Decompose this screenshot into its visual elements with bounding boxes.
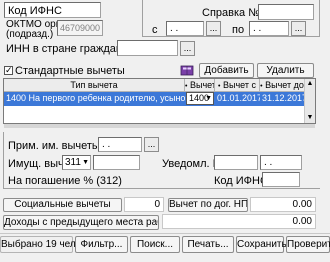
lower-kod-ifns-field[interactable] <box>262 172 300 187</box>
lower-kod-ifns-label: Код ИФНС <box>214 175 268 187</box>
horizontal-scrollbar[interactable] <box>4 124 315 128</box>
book-icon[interactable] <box>180 64 194 76</box>
checkmark-icon: ✓ <box>5 65 13 75</box>
inn-picker-button[interactable]: ... <box>180 41 195 56</box>
check-button[interactable]: Проверить <box>286 236 330 253</box>
cell-to: 31.12.2017 <box>262 93 305 103</box>
column-header-code[interactable]: • Вычет <box>185 79 215 92</box>
prim-date-picker-button[interactable]: ... <box>144 137 159 152</box>
column-header-from[interactable]: • Вычет с <box>215 79 260 92</box>
print-button[interactable]: Печать... <box>182 236 234 253</box>
add-deduction-button[interactable]: Добавить <box>199 63 254 78</box>
top-panel-border <box>142 0 143 36</box>
save-button[interactable]: Сохранить <box>236 236 287 253</box>
date-to-field[interactable]: . . <box>249 21 289 36</box>
oktmo-field[interactable]: 46709000 <box>57 20 103 36</box>
imush-select[interactable]: 311 ▼ <box>62 155 91 170</box>
sort-marker: • <box>218 83 221 90</box>
prim-label: Прим. им. вычеты с <box>8 140 109 152</box>
top-panel-border-right <box>319 0 320 36</box>
sort-marker: • <box>185 83 188 90</box>
imush-value-field[interactable] <box>93 155 140 170</box>
uvedoml-date-field[interactable]: . . <box>260 155 302 170</box>
selected-count-label: Выбрано 19 чел. <box>0 236 79 253</box>
spravka-label: Справка № <box>202 7 261 19</box>
scroll-up-icon[interactable]: ▲ <box>305 79 315 89</box>
top-panel-border-bottom <box>142 36 320 37</box>
kod-ifns-label: Код ИФНС <box>8 5 62 17</box>
lower-panel-border-left <box>3 132 4 188</box>
uvedoml-field[interactable] <box>214 155 258 170</box>
date-to-picker-button[interactable]: ... <box>291 21 306 36</box>
date-from-field[interactable]: . . <box>166 21 204 36</box>
footer-divider <box>0 233 330 234</box>
cell-from: 01.01.2017 <box>217 93 260 103</box>
npf-deduction-value: 0.00 <box>250 197 316 212</box>
prev-income-button[interactable]: Доходы с предыдущего места работы <box>3 215 159 230</box>
column-header-to[interactable]: • Вычет до <box>260 79 305 92</box>
chevron-down-icon: ▼ <box>82 159 89 166</box>
lower-panel-border-bottom <box>3 188 320 189</box>
to-label: по <box>232 24 245 36</box>
oktmo-label: ОКТМО орг. (подразд.) <box>6 19 61 40</box>
chevron-down-icon: ▼ <box>205 95 212 102</box>
social-deductions-value: 0 <box>124 197 164 212</box>
vertical-scrollbar[interactable]: ▲ ▼ <box>304 79 315 123</box>
npf-deduction-button[interactable]: Вычет по дог. НПФ <box>168 198 248 212</box>
search-button[interactable]: Поиск... <box>130 236 180 253</box>
pogashenie-label: На погашение % (312) <box>8 175 122 187</box>
column-header-type[interactable]: Тип вычета <box>4 79 185 92</box>
prev-income-value: 0.00 <box>162 214 316 229</box>
scroll-down-icon[interactable]: ▼ <box>305 113 315 123</box>
sort-marker: • <box>260 83 263 90</box>
standard-deductions-label: Стандартные вычеты <box>15 65 125 77</box>
social-deductions-button[interactable]: Социальные вычеты <box>3 198 122 212</box>
prim-date-field[interactable]: . . <box>98 137 142 152</box>
deductions-table[interactable]: Тип вычета • Вычет • Вычет с • Вычет до … <box>3 78 316 124</box>
kod-ifns-field[interactable]: Код ИФНС <box>4 2 101 18</box>
from-label: с <box>152 24 158 36</box>
inn-field[interactable] <box>117 40 178 56</box>
standard-deductions-checkbox[interactable]: ✓ <box>4 65 13 75</box>
cell-type: 1400 На первого ребенка родителю, усынов… <box>6 93 185 103</box>
cell-code-select[interactable]: 1400 ▼ <box>186 92 214 105</box>
filter-button[interactable]: Фильтр... <box>75 236 128 253</box>
date-from-picker-button[interactable]: ... <box>206 21 221 36</box>
spravka-field[interactable] <box>258 4 314 20</box>
table-row[interactable]: 1400 На первого ребенка родителю, усынов… <box>4 92 305 106</box>
delete-deduction-button[interactable]: Удалить <box>257 63 314 78</box>
